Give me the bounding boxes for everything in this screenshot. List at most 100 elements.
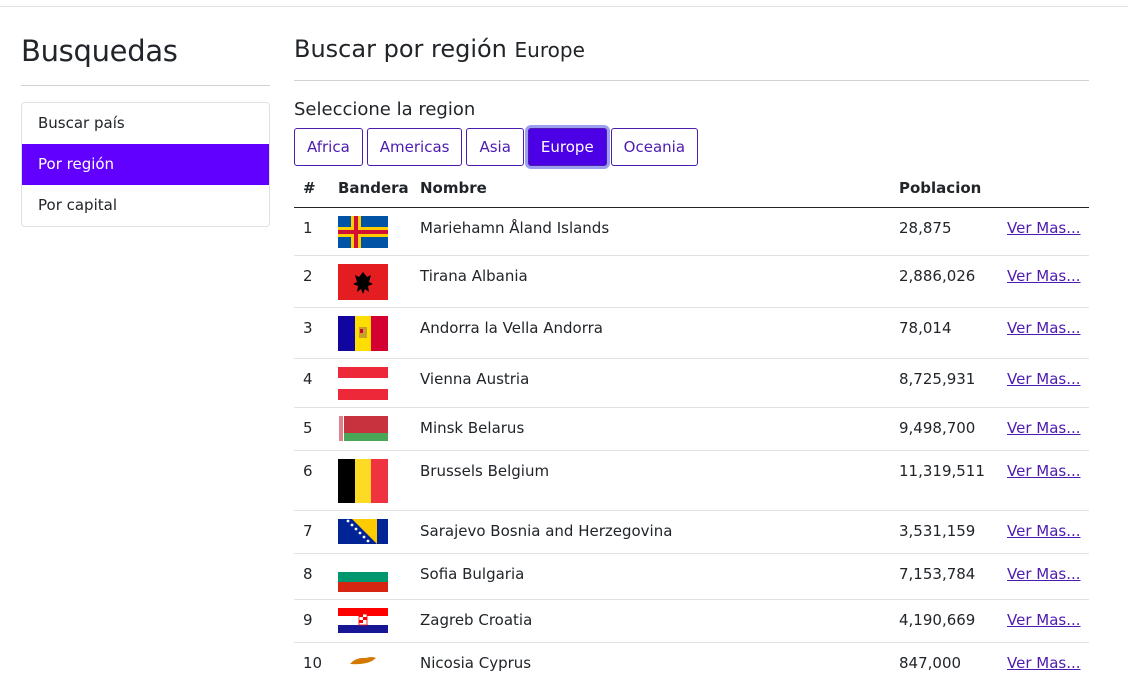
ver-mas-link[interactable]: Ver Mas... [1007,643,1089,672]
row-population: 3,531,159 [899,510,1007,554]
sidebar-item-por-region[interactable]: Por región [22,144,269,185]
flag-albania-icon [338,263,388,300]
row-population: 7,153,784 [899,553,1007,600]
table-row: 2 Tirana Albania 2,886,026 Ver Mas... [294,255,1089,308]
header-flag: Bandera [338,170,420,208]
row-number: 8 [294,553,338,600]
row-flag-cell [338,407,420,451]
row-population: 4,190,669 [899,599,1007,643]
row-number: 3 [294,307,338,359]
header-actions [1007,170,1089,208]
row-name: Vienna Austria [420,358,899,408]
flag-bulgaria-icon [338,561,388,592]
ver-mas-link[interactable]: Ver Mas... [1007,359,1089,388]
main-divider [294,80,1089,81]
region-button-americas[interactable]: Americas [366,128,463,166]
flag-belgium-icon [338,458,388,503]
header-num: # [294,170,338,208]
row-name: Brussels Belgium [420,450,899,511]
ver-mas-link[interactable]: Ver Mas... [1007,308,1089,337]
sidebar-menu: Buscar país Por región Por capital [21,102,270,227]
row-population: 847,000 [899,642,1007,675]
table-row: 7 Sarajevo Bosnia and Herzegovina 3,531,15… [294,510,1089,554]
table-body: 1 Mariehamn Åland Islands 28,875 Ver Mas...… [294,207,1089,675]
flag-austria-icon [338,366,388,400]
ver-mas-link[interactable]: Ver Mas... [1007,256,1089,285]
row-flag-cell [338,307,420,359]
header-name: Nombre [420,170,899,208]
row-number: 6 [294,450,338,511]
region-button-oceania[interactable]: Oceania [610,128,699,166]
row-name: Tirana Albania [420,255,899,308]
row-action: Ver Mas... [1007,307,1089,359]
region-button-europe[interactable]: Europe [527,128,607,166]
ver-mas-link[interactable]: Ver Mas... [1007,600,1089,629]
sidebar-title: Busquedas [21,34,178,68]
row-name: Andorra la Vella Andorra [420,307,899,359]
region-button-africa[interactable]: Africa [294,128,363,166]
table-row: 9 Zagreb Croatia 4,190,669 Ver Mas... [294,599,1089,643]
row-name: Zagreb Croatia [420,599,899,643]
row-number: 9 [294,599,338,643]
page-title-text: Buscar por región [294,35,507,63]
flag-croatia-icon [338,607,388,633]
row-action: Ver Mas... [1007,450,1089,511]
table-row: 1 Mariehamn Åland Islands 28,875 Ver Mas... [294,207,1089,256]
row-action: Ver Mas... [1007,510,1089,554]
row-number: 5 [294,407,338,451]
row-population: 28,875 [899,207,1007,256]
row-action: Ver Mas... [1007,207,1089,256]
row-population: 9,498,700 [899,407,1007,451]
row-number: 7 [294,510,338,554]
row-population: 2,886,026 [899,255,1007,308]
row-flag-cell [338,553,420,600]
row-population: 78,014 [899,307,1007,359]
row-name: Sofia Bulgaria [420,553,899,600]
table-row: 4 Vienna Austria 8,725,931 Ver Mas... [294,358,1089,408]
row-action: Ver Mas... [1007,599,1089,643]
row-flag-cell [338,450,420,511]
ver-mas-link[interactable]: Ver Mas... [1007,208,1089,237]
table-row: 6 Brussels Belgium 11,319,511 Ver Mas... [294,450,1089,511]
region-buttons: Africa Americas Asia Europe Oceania [294,128,1089,166]
sidebar-item-buscar-pais[interactable]: Buscar país [22,103,269,144]
table-row: 3 Andorra la Vella Andorra 78,014 Ver Mas..… [294,307,1089,359]
ver-mas-link[interactable]: Ver Mas... [1007,408,1089,437]
region-button-asia[interactable]: Asia [466,128,524,166]
table-row: 8 Sofia Bulgaria 7,153,784 Ver Mas... [294,553,1089,600]
row-action: Ver Mas... [1007,407,1089,451]
row-flag-cell [338,207,420,256]
row-number: 4 [294,358,338,408]
page-title: Buscar por región Europe [294,30,1089,68]
top-divider [0,6,1128,7]
row-flag-cell [338,599,420,643]
sidebar: Busquedas Buscar país Por región Por cap… [21,30,270,227]
header-population: Poblacion [899,170,1007,208]
sidebar-divider [21,85,270,86]
row-number: 10 [294,642,338,675]
main-content: Buscar por región Europe Seleccione la r… [294,30,1089,675]
row-name: Mariehamn Åland Islands [420,207,899,256]
flag-cyprus-icon [338,650,388,671]
row-population: 11,319,511 [899,450,1007,511]
sidebar-item-por-capital[interactable]: Por capital [22,185,269,226]
row-name: Minsk Belarus [420,407,899,451]
flag-aland-icon [338,215,388,248]
row-flag-cell [338,358,420,408]
row-name: Sarajevo Bosnia and Herzegovina [420,510,899,554]
flag-andorra-icon [338,315,388,351]
ver-mas-link[interactable]: Ver Mas... [1007,554,1089,583]
table-header-row: # Bandera Nombre Poblacion [294,170,1089,208]
row-flag-cell [338,642,420,675]
ver-mas-link[interactable]: Ver Mas... [1007,451,1089,480]
page-title-region: Europe [514,38,585,62]
row-population: 8,725,931 [899,358,1007,408]
flag-belarus-icon [338,415,388,441]
row-action: Ver Mas... [1007,255,1089,308]
table-row: 10 Nicosia Cyprus 847,000 Ver Mas... [294,642,1089,675]
row-number: 1 [294,207,338,256]
ver-mas-link[interactable]: Ver Mas... [1007,511,1089,540]
row-action: Ver Mas... [1007,642,1089,675]
row-action: Ver Mas... [1007,553,1089,600]
row-number: 2 [294,255,338,308]
